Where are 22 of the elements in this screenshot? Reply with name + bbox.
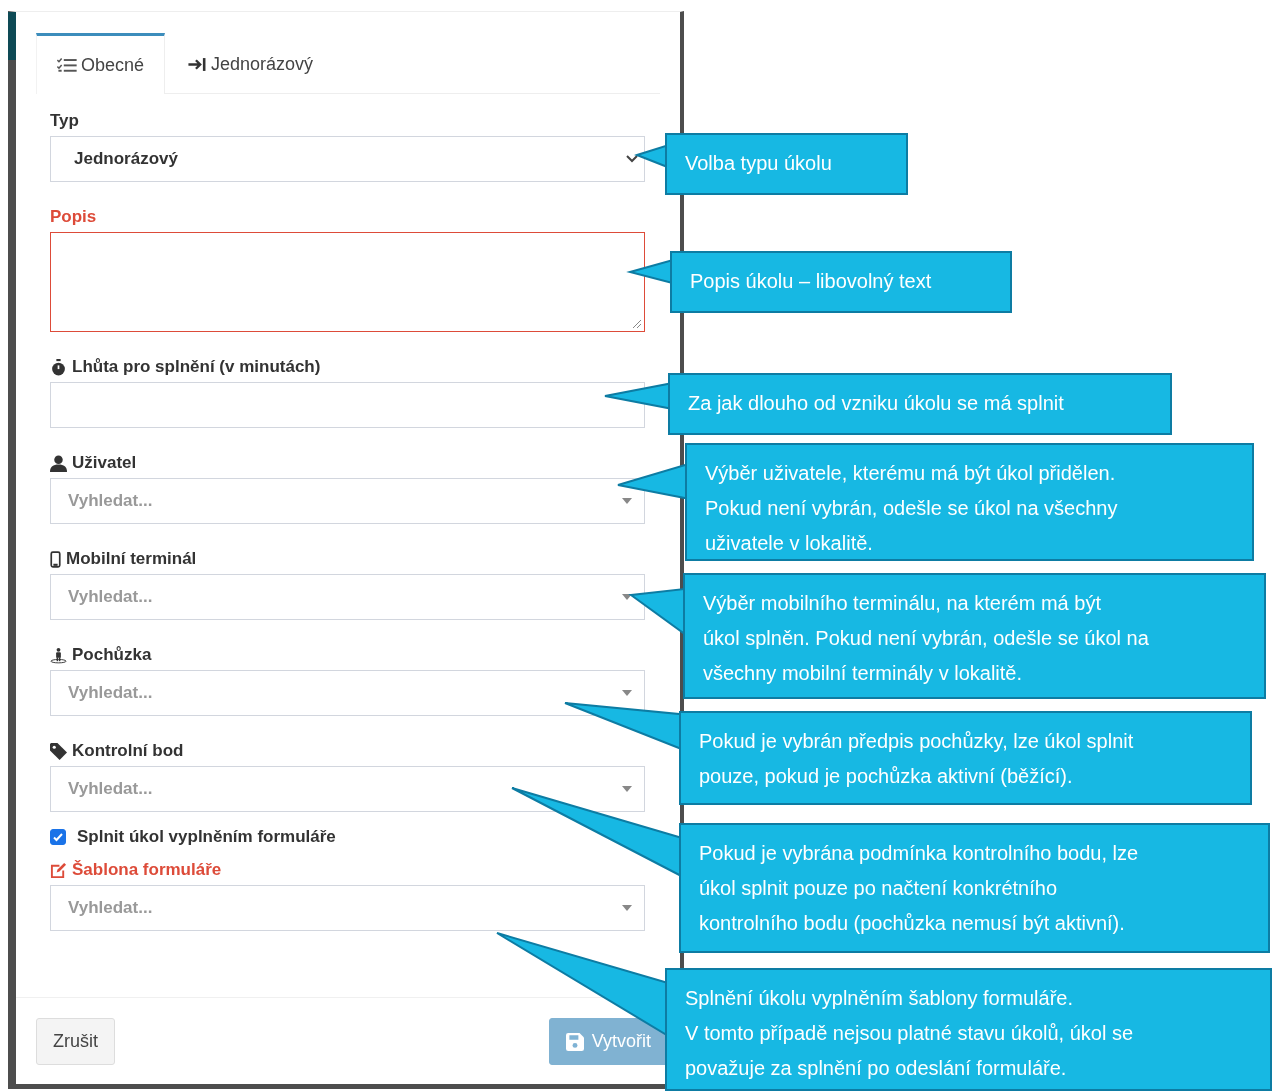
field-label: Popis xyxy=(50,207,97,227)
field-label: Lhůta pro splnění (v minutách) xyxy=(72,357,321,377)
type-select[interactable]: Jednorázový xyxy=(50,136,645,182)
checkbox-label: Splnit úkol vyplněním formuláře xyxy=(77,827,336,847)
search-select[interactable]: Vyhledat... xyxy=(50,574,645,620)
field-label: Šablona formuláře xyxy=(72,860,222,880)
callout: Pokud je vybrán předpis pochůzky, lze úkol splnit pouze, pokud je pochůzka aktivní (běžící). xyxy=(679,711,1252,805)
field-label: Uživatel xyxy=(72,453,137,473)
field-label: Pochůzka xyxy=(72,645,152,665)
search-select[interactable]: Vyhledat... xyxy=(50,670,645,716)
field-label: Kontrolní bod xyxy=(72,741,184,761)
callout: Výběr mobilního terminálu, na kterém má být úkol splněn. Pokud není vybrán, odešle se úkol na všechny mobilní terminály v lokalitě. xyxy=(683,573,1266,699)
tab[interactable]: Jednorázový xyxy=(165,33,336,93)
callout: Pokud je vybrána podmínka kontrolního bodu, lze úkol splnit pouze po načtení konkrétního kontrolního bodu (pochůzka nemusí být aktivní). xyxy=(679,823,1270,953)
search-select[interactable]: Vyhledat... xyxy=(50,766,645,812)
callout: Výběr uživatele, kterému má být úkol přidělen. Pokud není vybrán, odešle se úkol na všechny uživatele v lokalitě. xyxy=(685,443,1254,561)
search-select[interactable]: Vyhledat... xyxy=(50,885,645,931)
field-label: Mobilní terminál xyxy=(66,549,197,569)
cancel-button[interactable]: Zrušit xyxy=(36,1018,115,1065)
field-label: Typ xyxy=(50,111,79,131)
search-select[interactable]: Vyhledat... xyxy=(50,478,645,524)
tab[interactable]: Obecné xyxy=(36,33,166,94)
